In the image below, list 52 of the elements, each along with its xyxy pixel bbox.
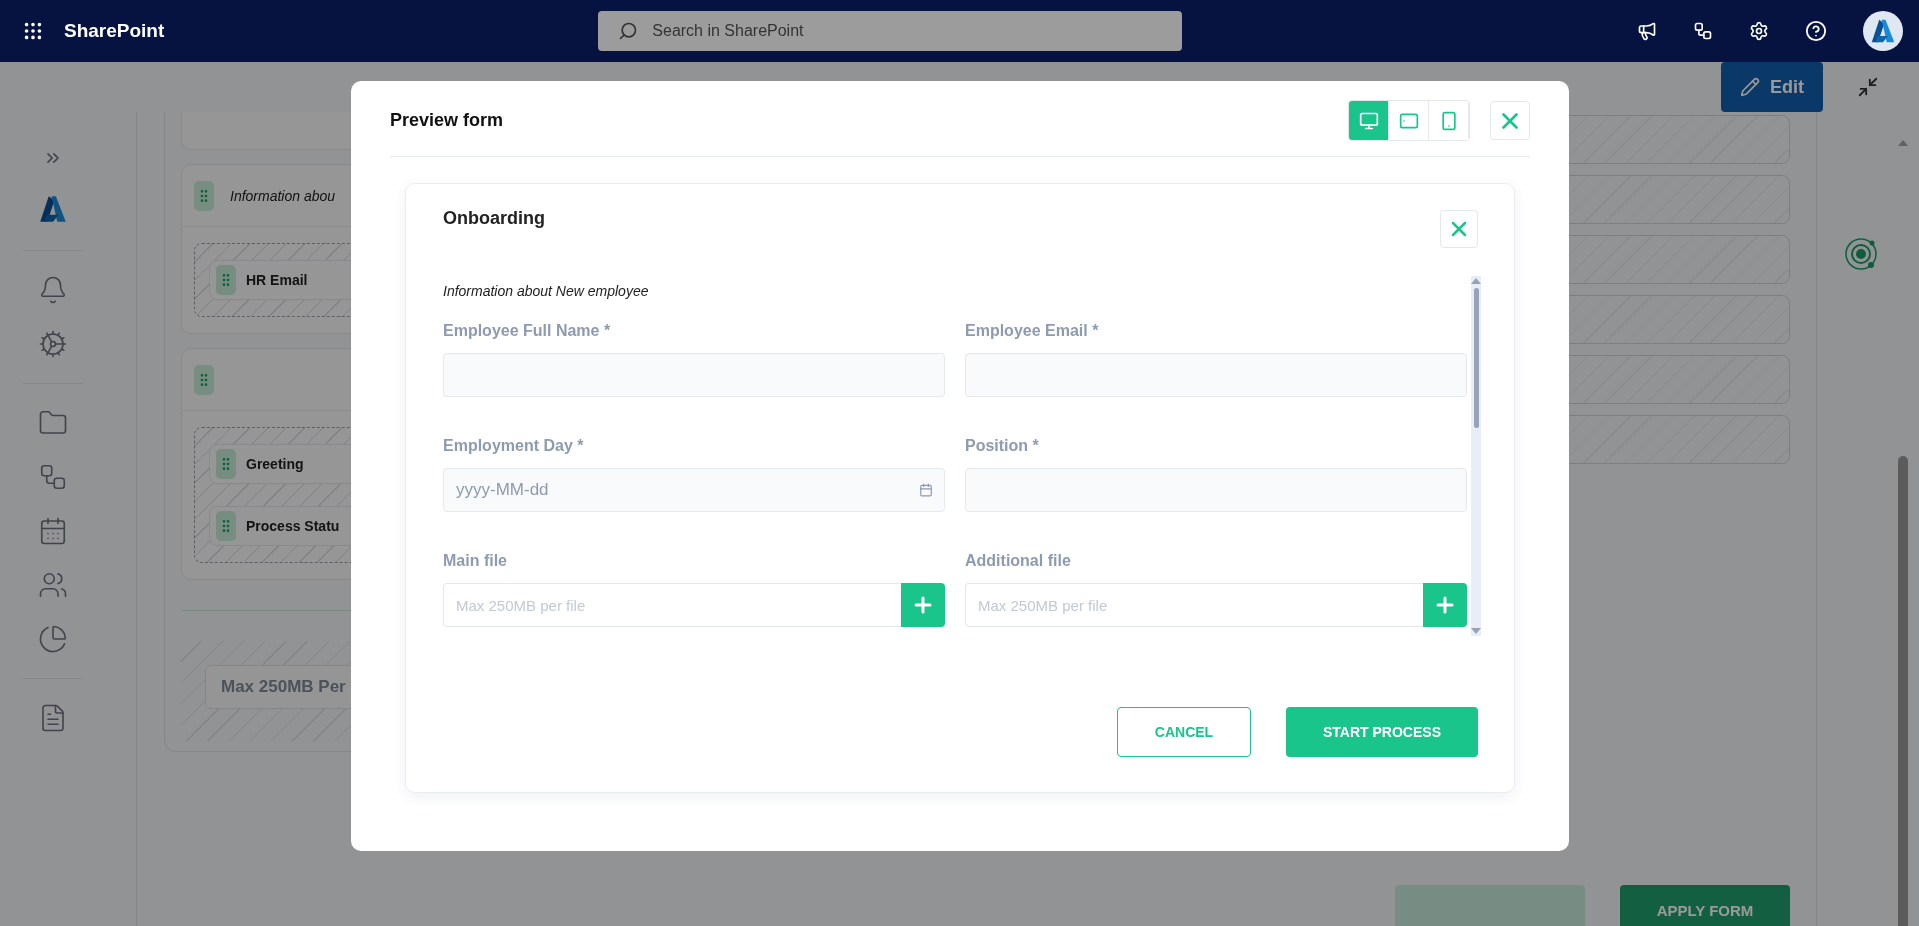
text-field[interactable]	[965, 468, 1467, 512]
gears-icon[interactable]	[37, 329, 68, 359]
search-icon	[618, 21, 639, 41]
drag-handle-icon[interactable]	[194, 364, 214, 395]
field-label: Main file	[443, 551, 508, 571]
settings-icon[interactable]	[1749, 21, 1769, 41]
file-field[interactable]: Max 250MB per file	[965, 583, 1423, 627]
calendar-icon[interactable]	[919, 483, 933, 497]
search-field[interactable]: Search in SharePoint	[598, 11, 1183, 51]
help-icon[interactable]	[1805, 20, 1827, 42]
field-label: Additional file	[965, 551, 1072, 571]
drag-handle-icon[interactable]	[194, 180, 214, 211]
drag-handle-icon[interactable]	[216, 449, 236, 479]
file-field[interactable]: Max 250MB per file	[443, 583, 901, 627]
edit-button[interactable]: Edit	[1721, 62, 1823, 112]
avatar[interactable]	[1863, 11, 1903, 51]
close-button[interactable]	[1490, 101, 1530, 140]
close-button[interactable]	[1440, 210, 1478, 248]
cancel-button[interactable]: CANCEL	[1117, 707, 1251, 757]
monitor-icon	[1358, 110, 1379, 131]
form-title: Onboarding	[443, 208, 545, 229]
drag-handle-icon[interactable]	[216, 265, 236, 295]
device-toggle[interactable]	[1349, 101, 1389, 140]
scrollbar[interactable]	[1471, 276, 1481, 636]
scroll-up-arrow[interactable]	[1471, 278, 1481, 284]
nodes-icon[interactable]	[1693, 21, 1713, 41]
megaphone-icon[interactable]	[1637, 21, 1657, 41]
scroll-down-arrow[interactable]	[1471, 628, 1481, 634]
app-launcher-icon[interactable]	[22, 20, 44, 42]
apply-form-button[interactable]: APPLY FORM	[1620, 885, 1790, 926]
start-process-button[interactable]: START PROCESS	[1286, 707, 1478, 757]
add-button[interactable]	[901, 583, 945, 627]
text-field[interactable]	[965, 353, 1467, 397]
field-label: Employee Full Name *	[443, 321, 612, 341]
date-field[interactable]: yyyy-MM-dd	[443, 468, 945, 512]
text-field[interactable]	[443, 353, 945, 397]
pencil-icon	[1740, 77, 1760, 97]
section-title: Information abou	[230, 187, 336, 204]
scrollbar[interactable]	[1896, 140, 1910, 926]
users-icon[interactable]	[37, 570, 68, 600]
field-label: Position *	[965, 436, 1040, 456]
add-button[interactable]	[1423, 583, 1467, 627]
collapse-icon[interactable]	[1857, 76, 1879, 98]
pie-chart-icon[interactable]	[37, 624, 68, 654]
form-description: Information about New employee	[443, 283, 650, 301]
drag-handle-icon[interactable]	[216, 511, 236, 541]
field-label: Employee Email *	[965, 321, 1100, 341]
app-name[interactable]: SharePoint	[64, 20, 165, 42]
dialog-title: Preview form	[390, 110, 504, 131]
scroll-up-arrow[interactable]	[1898, 140, 1908, 146]
field-label: Employment Day *	[443, 436, 585, 456]
target-icon[interactable]	[1843, 236, 1879, 272]
